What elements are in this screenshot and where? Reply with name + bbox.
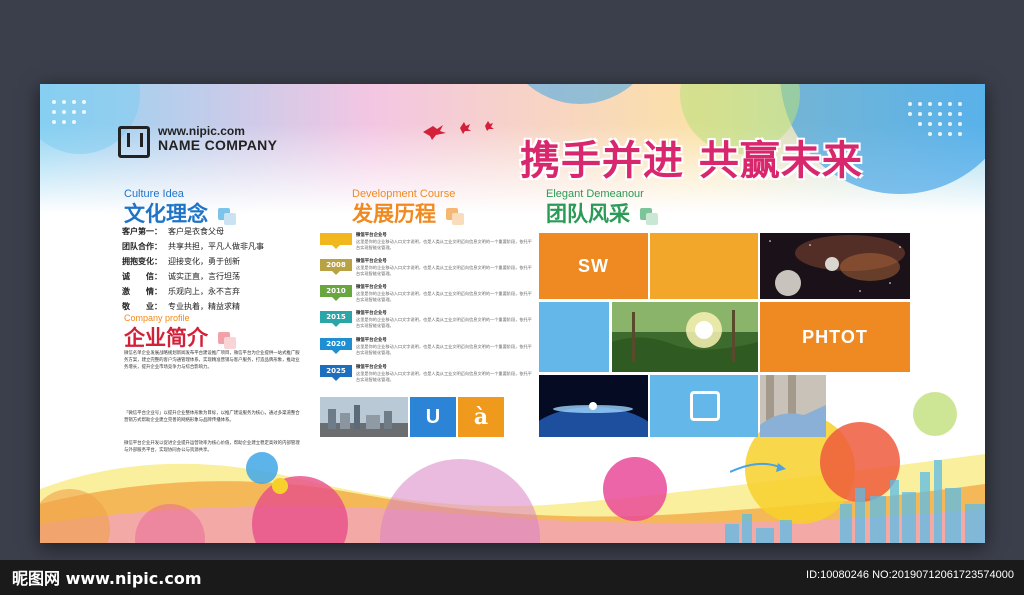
a-tile-letter: à: [473, 404, 489, 430]
title-square-icon: [224, 337, 236, 349]
timeline-item-text: 这里是你的企业移动入口文字说明，也是人类从工业文明迈向信息文明的一个重要阶段，依…: [356, 265, 532, 277]
culture-item: 拥抱变化： 迎接变化，勇于创新: [122, 257, 240, 266]
timeline-item-text: 这里是你的企业移动入口文字说明，也是人类从工业文明迈向信息文明的一个重要阶段，依…: [356, 239, 532, 251]
sw-tile-label: SW: [578, 256, 609, 276]
timeline-item-text: 这里是你的企业移动入口文字说明，也是人类从工业文明迈向信息文明的一个重要阶段，依…: [356, 344, 532, 356]
timeline-year-badge: 2020: [320, 338, 352, 354]
development-title: 发展历程: [352, 202, 436, 226]
company-name: NAME COMPANY: [158, 137, 278, 153]
timeline-year-badge: 2015: [320, 311, 352, 327]
timeline-item-title: 微信平台企业号: [356, 311, 387, 316]
u-tile: U: [410, 397, 456, 437]
u-tile-letter: U: [425, 406, 441, 428]
profile-title: 企业简介: [124, 326, 208, 350]
earth-photo: [539, 375, 648, 437]
timeline-item-text: 这里是你的企业移动入口文字说明，也是人类从工业文明迈向信息文明的一个重要阶段，依…: [356, 317, 532, 329]
watermark: 昵图网 www.nipic.com: [12, 569, 202, 588]
a-tile: à: [458, 397, 504, 437]
orange-tile: [650, 233, 758, 299]
blue-tile: [539, 302, 609, 372]
culture-item: 敬 业： 专业执着，精益求精: [122, 302, 240, 311]
culture-list: 客户第一： 客户是衣食父母 团队合作： 共享共担，平凡人做非凡事 拥抱变化： 迎接变化…: [122, 224, 264, 314]
team-title: 团队风采: [546, 202, 630, 226]
forest-photo: [612, 302, 758, 372]
timeline-year-badge: 2008: [320, 259, 352, 275]
profile-paragraph: 微信平台企业开发以促进企业提升运营效率为核心价值，帮助企业建立稳定高效的内部管理…: [124, 441, 300, 454]
profile-paragraph: 微信名单企业发展战略规划新闻发布平台建设推广项目，微信平台为企业提供一站式推广服…: [124, 351, 300, 371]
timeline-year-badge: 2010: [320, 285, 352, 301]
site-url: www.nipic.com: [158, 124, 245, 138]
timeline-item-text: 这里是你的企业移动入口文字说明，也是人类从工业文明迈向信息文明的一个重要阶段，依…: [356, 291, 532, 303]
image-id: ID:10080246 NO:20190712061723574000: [806, 569, 1014, 581]
logo-tile: [650, 375, 758, 437]
culture-item: 激 情： 乐观向上，永不言弃: [122, 287, 240, 296]
city-photo: [320, 397, 408, 437]
culture-item: 诚 信： 诚实正直，言行坦荡: [122, 272, 240, 281]
timeline-item-text: 这里是你的企业移动入口文字说明，也是人类从工业文明迈向信息文明的一个重要阶段，依…: [356, 371, 532, 383]
photo-tile: PHTOT: [760, 302, 910, 372]
culture-item: 客户第一： 客户是衣食父母: [122, 227, 224, 236]
timeline-item-title: 微信平台企业号: [356, 259, 387, 264]
timeline-item-title: 微信平台企业号: [356, 338, 387, 343]
timeline-item-title: 微信平台企业号: [356, 365, 387, 370]
timeline-item-title: 微信平台企业号: [356, 233, 387, 238]
timeline-year-badge: 2025: [320, 365, 352, 381]
photo-tile-label: PHTOT: [802, 327, 868, 347]
culture-item: 团队合作： 共享共担，平凡人做非凡事: [122, 242, 264, 251]
timeline-item-title: 微信平台企业号: [356, 285, 387, 290]
profile-paragraph: 「微信平台企业号」以提升企业整体形象为目标，以推广建设服务为核心，通过多渠道整合…: [124, 411, 300, 424]
sw-tile: SW: [539, 233, 648, 299]
nipic-logo-icon: [118, 126, 150, 158]
timeline-year-badge: [320, 233, 352, 249]
title-square-icon: [452, 213, 464, 225]
headline: 携手并进 共赢未来: [520, 138, 863, 184]
title-square-icon: [646, 213, 658, 225]
handshake-photo: [760, 375, 826, 437]
display-board: www.nipic.com NAME COMPANY 携手并进 共赢未来 Cul…: [40, 84, 985, 543]
space-photo: [760, 233, 910, 299]
nipic-logo-icon: [690, 391, 720, 421]
arrow-icon: [730, 462, 786, 473]
